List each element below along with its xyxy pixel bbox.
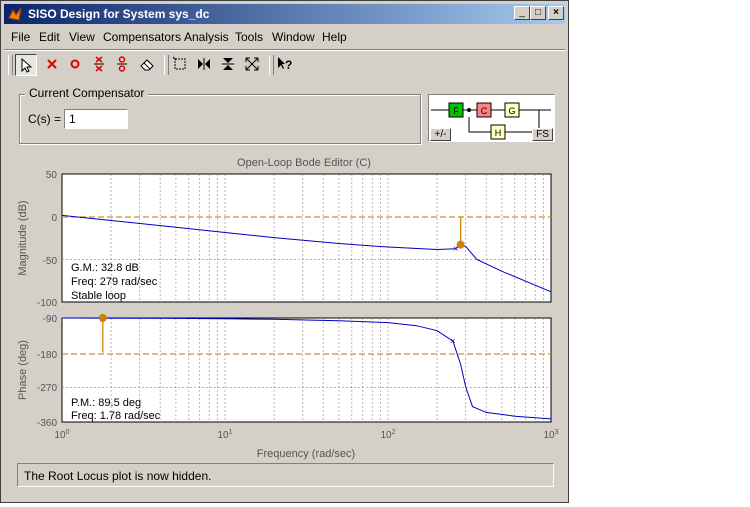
zoom-y-tool[interactable] <box>218 54 240 76</box>
phase-tick-label: -360 <box>37 418 57 429</box>
magnitude-axis-label: Magnitude (dB) <box>17 200 29 275</box>
phase-tick-label: -90 <box>43 314 58 325</box>
frequency-axis-label: Frequency (rad/sec) <box>257 448 355 460</box>
bd-feedback-wire <box>468 117 491 133</box>
compensator-input[interactable]: 1 <box>64 109 128 129</box>
add-zero-tool[interactable] <box>65 54 87 76</box>
gain-margin-text: G.M.: 32.8 dB <box>71 262 139 274</box>
status-bar: The Root Locus plot is now hidden. <box>17 463 554 487</box>
freq-tick-label: 100 <box>54 429 69 441</box>
fs-button[interactable]: FS <box>532 128 553 141</box>
menu-file[interactable]: File <box>11 30 30 44</box>
pole-marker[interactable]: × <box>450 336 455 346</box>
mag-tick-label: 0 <box>51 213 57 224</box>
zoom-xy-icon <box>172 56 186 70</box>
siso-design-window: SISO Design for System sys_dc _ □ × File… <box>0 0 569 503</box>
add-pole-icon <box>47 59 57 69</box>
freq-tick-label: 101 <box>217 429 232 441</box>
zoom-x-tool[interactable] <box>194 54 216 76</box>
add-zero-icon <box>70 59 80 69</box>
block-c-label: C <box>481 106 488 116</box>
sign-toggle-button[interactable]: +/- <box>430 128 451 141</box>
pointer-tool[interactable] <box>15 54 37 76</box>
eraser-icon <box>140 59 154 71</box>
menu-window[interactable]: Window <box>272 30 315 44</box>
add-pole-tool[interactable] <box>42 54 64 76</box>
context-help-tool[interactable]: ? <box>275 54 297 76</box>
menu-view[interactable]: View <box>69 30 95 44</box>
mag-tick-label: -50 <box>43 256 58 267</box>
toolbar: ? <box>4 52 565 78</box>
block-f-label: F <box>453 106 459 116</box>
freq-tick-label: 103 <box>543 429 558 441</box>
pointer-icon <box>21 57 33 73</box>
menu-help[interactable]: Help <box>322 30 347 44</box>
bd-sum-junction <box>467 108 471 112</box>
block-g-label: G <box>508 106 515 116</box>
bode-editor: Open-Loop Bode Editor (C) × × G.M.: 32.8… <box>17 157 559 460</box>
phase-margin-text: P.M.: 89.5 deg <box>71 397 141 409</box>
gain-margin-freq-text: Freq: 279 rad/sec <box>71 276 158 288</box>
matlab-icon <box>8 7 22 21</box>
menu-analysis[interactable]: Analysis <box>184 30 229 44</box>
phase-tick-label: -270 <box>37 383 57 394</box>
mag-tick-label: -100 <box>37 298 57 309</box>
menu-bar: File Edit View Compensators Analysis Too… <box>4 27 565 47</box>
phase-margin-marker[interactable] <box>98 314 107 322</box>
menu-compensators[interactable]: Compensators <box>103 30 181 44</box>
phase-axis-label: Phase (deg) <box>17 340 29 400</box>
zoom-xy-tool[interactable] <box>170 54 192 76</box>
pole-marker[interactable]: × <box>453 244 458 254</box>
block-h-label: H <box>495 128 502 138</box>
eraser-tool[interactable] <box>137 54 159 76</box>
minimize-button[interactable]: _ <box>514 6 530 20</box>
svg-text:?: ? <box>285 58 292 72</box>
context-help-icon: ? <box>278 57 292 72</box>
freq-tick-label: 102 <box>380 429 395 441</box>
zoom-y-icon <box>222 58 234 70</box>
status-text: The Root Locus plot is now hidden. <box>24 469 212 483</box>
add-complex-pole-icon <box>94 56 104 72</box>
maximize-button[interactable]: □ <box>530 6 546 20</box>
current-compensator-legend: Current Compensator <box>25 86 149 100</box>
window-title: SISO Design for System sys_dc <box>28 7 210 21</box>
compensator-label: C(s) = <box>28 112 61 126</box>
menu-tools[interactable]: Tools <box>235 30 263 44</box>
phase-tick-label: -180 <box>37 350 57 361</box>
bode-title: Open-Loop Bode Editor (C) <box>237 157 371 169</box>
title-bar[interactable]: SISO Design for System sys_dc _ □ × <box>4 4 565 24</box>
add-complex-zero-tool[interactable] <box>112 54 134 76</box>
add-complex-pole-tool[interactable] <box>89 54 111 76</box>
menu-edit[interactable]: Edit <box>39 30 60 44</box>
add-complex-zero-icon <box>117 56 127 72</box>
stability-text: Stable loop <box>71 290 126 302</box>
close-button[interactable]: × <box>548 6 564 20</box>
toolbar-grip[interactable] <box>8 55 13 75</box>
fit-tool[interactable] <box>242 54 264 76</box>
menu-separator <box>4 49 565 51</box>
mag-tick-label: 50 <box>46 170 58 181</box>
fit-icon <box>245 57 259 71</box>
toolbar-divider <box>164 55 169 75</box>
block-diagram[interactable]: F C G H +/- FS <box>428 94 555 142</box>
zoom-x-icon <box>198 58 210 70</box>
toolbar-divider-2 <box>269 55 274 75</box>
phase-margin-freq-text: Freq: 1.78 rad/sec <box>71 410 161 422</box>
